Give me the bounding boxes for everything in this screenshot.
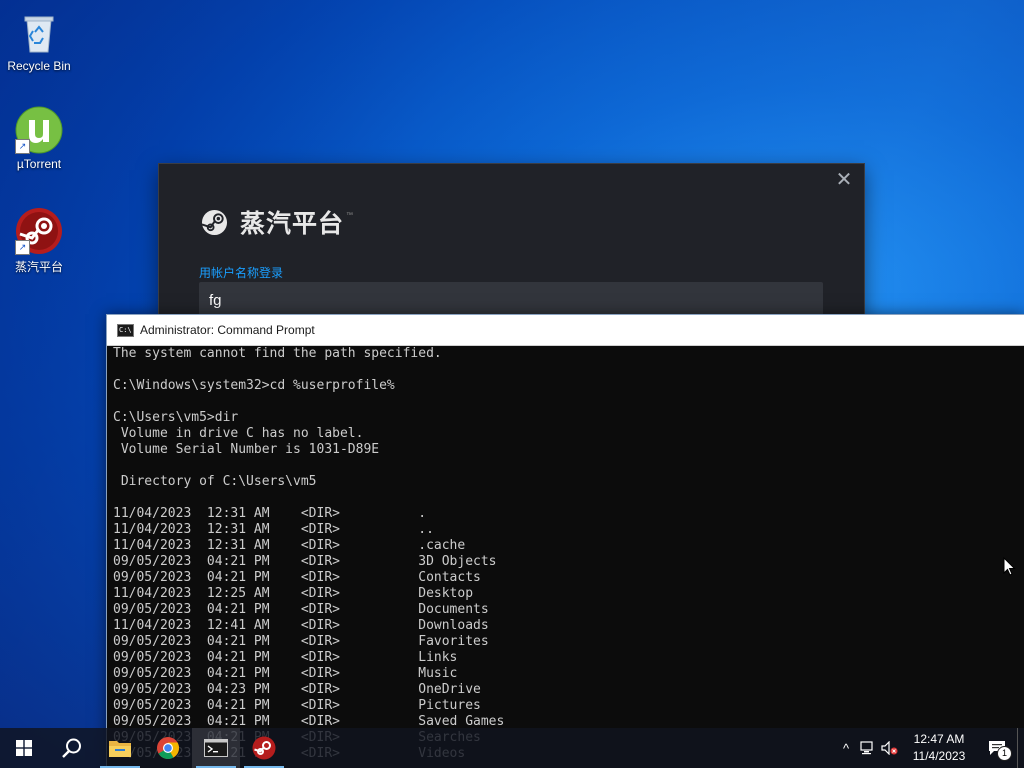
cmd-console-output[interactable]: The system cannot find the path specifie… <box>107 346 1024 768</box>
chrome-button[interactable] <box>144 728 192 768</box>
cmd-output-line: Directory of C:\Users\vm5 <box>113 474 317 489</box>
close-icon[interactable]: ✕ <box>834 170 854 190</box>
login-with-account-label: 用帐户名称登录 <box>199 266 284 280</box>
cmd-output-line: 09/05/2023 04:21 PM <DIR> Pictures <box>113 698 481 713</box>
tray-overflow-chevron-icon[interactable]: ^ <box>835 728 857 768</box>
notification-count-badge: 1 <box>997 746 1012 761</box>
cmd-output-line <box>113 394 1024 410</box>
volume-muted-icon[interactable] <box>879 728 901 768</box>
cmd-output-line: 11/04/2023 12:31 AM <DIR> .. <box>113 522 434 537</box>
recycle-bin-icon <box>15 8 63 56</box>
desktop-icon-label: 蒸汽平台 <box>14 260 63 274</box>
steam-logo-icon <box>201 209 228 235</box>
username-input[interactable] <box>199 282 823 318</box>
desktop-icon-recycle-bin[interactable]: Recycle Bin <box>1 8 77 73</box>
show-desktop-button[interactable] <box>1017 728 1024 768</box>
cmd-output-line: 09/05/2023 04:21 PM <DIR> Documents <box>113 602 489 617</box>
cmd-icon <box>204 739 228 757</box>
folder-icon <box>109 741 131 757</box>
cmd-output-line <box>113 490 1024 506</box>
cmd-output-line: 11/04/2023 12:41 AM <DIR> Downloads <box>113 618 489 633</box>
cmd-output-line: 09/05/2023 04:21 PM <DIR> Contacts <box>113 570 481 585</box>
cmd-output-line: Volume Serial Number is 1031-D89E <box>113 442 380 457</box>
mouse-pointer-icon <box>1003 557 1016 576</box>
cmd-output-line: 09/05/2023 04:23 PM <DIR> OneDrive <box>113 682 481 697</box>
chrome-icon <box>157 737 179 759</box>
start-button[interactable] <box>0 728 48 768</box>
shortcut-arrow-icon: ↗ <box>15 139 30 154</box>
network-icon[interactable] <box>857 728 879 768</box>
action-center-button[interactable]: 1 <box>977 728 1017 768</box>
cmd-output-line: 09/05/2023 04:21 PM <DIR> Links <box>113 650 458 665</box>
taskbar-clock[interactable]: 12:47 AM 11/4/2023 <box>901 731 977 765</box>
cmd-output-line: C:\Users\vm5>dir <box>113 410 239 425</box>
cmd-taskbar-button[interactable] <box>192 728 240 768</box>
cmd-titlebar[interactable]: C:\ Administrator: Command Prompt <box>107 315 1024 346</box>
windows-icon <box>16 740 32 756</box>
search-icon <box>62 738 81 758</box>
cmd-output-line: 09/05/2023 04:21 PM <DIR> Favorites <box>113 634 489 649</box>
steam-icon <box>252 736 276 760</box>
cmd-window-title: Administrator: Command Prompt <box>140 323 315 337</box>
cmd-output-line: The system cannot find the path specifie… <box>113 346 442 361</box>
cmd-output-line <box>113 458 1024 474</box>
file-explorer-button[interactable] <box>96 728 144 768</box>
command-prompt-window[interactable]: C:\ Administrator: Command Prompt The sy… <box>106 314 1024 768</box>
cmd-output-line: 11/04/2023 12:31 AM <DIR> . <box>113 506 427 521</box>
cmd-output-line: C:\Windows\system32>cd %userprofile% <box>113 378 395 393</box>
shortcut-arrow-icon: ↗ <box>15 240 30 255</box>
search-button[interactable] <box>48 728 96 768</box>
cmd-output-line: 09/05/2023 04:21 PM <DIR> 3D Objects <box>113 554 497 569</box>
desktop-icon-label: Recycle Bin <box>7 59 71 73</box>
taskbar: ^ 12:47 AM 11/4/2023 1 <box>0 728 1024 768</box>
cmd-output-line: 09/05/2023 04:21 PM <DIR> Music <box>113 666 458 681</box>
trademark-icon: ™ <box>346 211 354 219</box>
steam-login-window: ✕ 蒸汽平台 ™ 用帐户名称登录 <box>159 164 864 324</box>
system-tray: ^ 12:47 AM 11/4/2023 1 <box>835 728 1024 768</box>
steam-icon: ↗ <box>15 207 63 255</box>
steam-logo-text: 蒸汽平台 <box>240 210 345 238</box>
clock-date: 11/4/2023 <box>912 749 966 763</box>
desktop: Recycle Bin ↗ µTorrent ↗ 蒸汽平台 ✕ 蒸汽平台 ™ 用… <box>0 0 1024 768</box>
desktop-icon-utorrent[interactable]: ↗ µTorrent <box>1 106 77 171</box>
clock-time: 12:47 AM <box>913 732 965 746</box>
cmd-icon: C:\ <box>117 323 134 337</box>
utorrent-icon: ↗ <box>15 106 63 154</box>
cmd-output-line: 11/04/2023 12:25 AM <DIR> Desktop <box>113 586 474 601</box>
steam-logo: 蒸汽平台 ™ <box>201 204 353 240</box>
desktop-icon-steam[interactable]: ↗ 蒸汽平台 <box>1 207 77 275</box>
steam-taskbar-button[interactable] <box>240 728 288 768</box>
desktop-icon-label: µTorrent <box>16 157 62 171</box>
cmd-output-line: Volume in drive C has no label. <box>113 426 364 441</box>
cmd-output-line <box>113 362 1024 378</box>
cmd-output-line: 11/04/2023 12:31 AM <DIR> .cache <box>113 538 466 553</box>
